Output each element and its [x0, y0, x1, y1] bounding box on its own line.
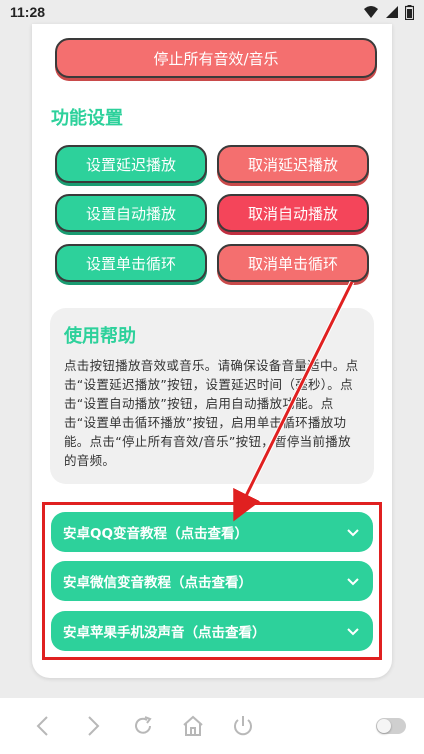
back-button[interactable]: [18, 706, 68, 746]
set-loop-button[interactable]: 设置单击循环: [55, 244, 207, 282]
forward-button[interactable]: [68, 706, 118, 746]
signal-icon: [386, 6, 398, 18]
cancel-delay-button[interactable]: 取消延迟播放: [217, 145, 369, 183]
cancel-loop-button[interactable]: 取消单击循环: [217, 244, 369, 282]
stop-all-button[interactable]: 停止所有音效/音乐: [55, 38, 377, 78]
refresh-icon: [135, 716, 152, 734]
help-text: 点击按钮播放音效或音乐。请确保设备音量适中。点击“设置延迟播放”按钮，设置延迟时…: [64, 358, 359, 468]
browser-nav-bar: [0, 698, 424, 754]
status-time: 11:28: [10, 4, 46, 20]
highlight-box: [42, 502, 382, 660]
power-button[interactable]: [218, 706, 268, 746]
battery-icon: [405, 4, 414, 20]
home-icon: [183, 715, 203, 736]
wifi-icon: [364, 6, 378, 18]
status-icons: [363, 4, 414, 20]
forward-icon: [88, 716, 100, 736]
refresh-button[interactable]: [118, 706, 168, 746]
back-icon: [36, 716, 48, 736]
help-panel: 使用帮助 点击按钮播放音效或音乐。请确保设备音量适中。点击“设置延迟播放”按钮，…: [50, 308, 374, 484]
section-title: 功能设置: [51, 108, 123, 129]
home-button[interactable]: [168, 706, 218, 746]
toggle-switch[interactable]: [376, 718, 406, 734]
power-icon: [234, 716, 252, 736]
cancel-auto-button[interactable]: 取消自动播放: [217, 194, 369, 232]
set-delay-button[interactable]: 设置延迟播放: [55, 145, 207, 183]
status-bar: 11:28: [0, 0, 424, 24]
help-title: 使用帮助: [64, 326, 136, 347]
set-auto-button[interactable]: 设置自动播放: [55, 194, 207, 232]
